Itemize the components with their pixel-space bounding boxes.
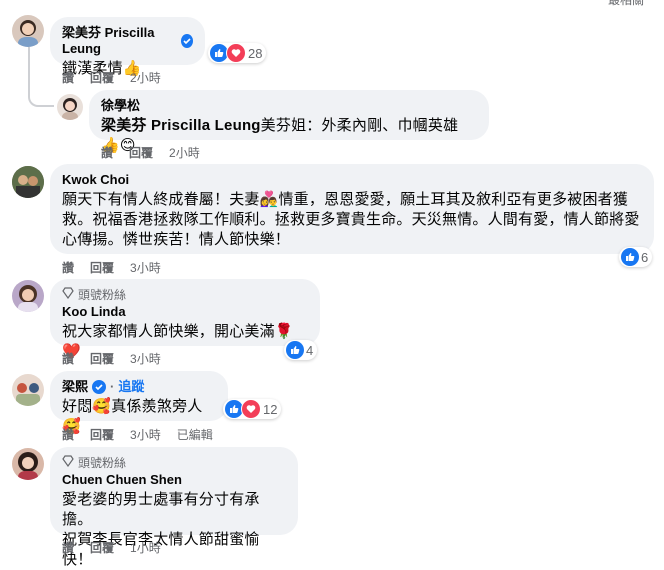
verified-icon [181, 34, 193, 48]
comment-actions: 讚 回覆 2小時 [62, 69, 161, 86]
like-link[interactable]: 讚 [62, 350, 74, 367]
love-reaction-icon [241, 399, 261, 419]
comment-bubble: Kwok Choi 願天下有情人終成眷屬！夫妻👩‍❤️‍👨情重，恩恩愛愛，願土耳… [50, 164, 654, 254]
like-link[interactable]: 讚 [62, 259, 74, 276]
comment-bubble: 徐學松 梁美芬 Priscilla Leung美芬姐：外柔內剛、巾幗英雄👍😊 [89, 90, 489, 154]
reply-connector [28, 47, 54, 107]
reply-link[interactable]: 回覆 [90, 350, 114, 367]
timestamp[interactable]: 3小時 [130, 350, 161, 367]
verified-icon [92, 380, 107, 394]
timestamp[interactable]: 3小時 [130, 259, 161, 276]
edited-label: 已編輯 [176, 428, 213, 442]
top-fan-badge: 頭號粉絲 [62, 455, 286, 470]
avatar[interactable] [12, 374, 44, 406]
like-link[interactable]: 讚 [62, 539, 74, 556]
avatar[interactable] [12, 448, 44, 480]
reply-link[interactable]: 回覆 [90, 69, 114, 86]
like-reaction-icon [286, 341, 304, 359]
like-link[interactable]: 讚 [62, 69, 74, 86]
like-link[interactable]: 讚 [62, 426, 74, 443]
sort-label[interactable]: 最相關 [608, 0, 644, 8]
timestamp[interactable]: 3小時 [130, 426, 161, 443]
comment-author[interactable]: Koo Linda [62, 304, 308, 320]
timestamp[interactable]: 1小時 [130, 539, 161, 556]
comment-text: 願天下有情人終成眷屬！夫妻👩‍❤️‍👨情重，恩恩愛愛，願土耳其及敘利亞有更多被困… [62, 191, 640, 248]
reaction-count: 12 [263, 401, 278, 417]
diamond-icon [62, 287, 74, 302]
timestamp[interactable]: 2小時 [169, 144, 200, 161]
like-link[interactable]: 讚 [101, 144, 113, 161]
follow-button[interactable]: 追蹤 [118, 379, 144, 395]
comment-actions: 讚 回覆 3小時 [62, 350, 161, 367]
reactions-badge[interactable]: 12 [223, 399, 282, 419]
reaction-count: 4 [306, 342, 314, 358]
reply-link[interactable]: 回覆 [90, 259, 114, 276]
reply-link[interactable]: 回覆 [90, 426, 114, 443]
comment-author[interactable]: 梁熙 · 追蹤 [62, 379, 216, 395]
comment-bubble: 頭號粉絲 Koo Linda 祝大家都情人節快樂，開心美滿🌹❤️ [50, 279, 320, 360]
comment-actions: 讚 回覆 3小時 [62, 259, 161, 276]
avatar[interactable] [12, 15, 44, 47]
comment-author[interactable]: 梁美芬 Priscilla Leung [62, 25, 193, 57]
reply-link[interactable]: 回覆 [90, 539, 114, 556]
diamond-icon [62, 455, 74, 470]
reactions-badge[interactable]: 4 [284, 340, 318, 360]
reactions-badge[interactable]: 28 [208, 43, 267, 63]
avatar[interactable] [57, 94, 83, 120]
comment-actions: 讚 回覆 1小時 [62, 539, 161, 556]
love-reaction-icon [226, 43, 246, 63]
comment-actions: 讚 回覆 2小時 [101, 144, 200, 161]
comment-author[interactable]: Kwok Choi [62, 172, 642, 188]
comment-author[interactable]: Chuen Chuen Shen [62, 472, 286, 488]
comment-actions: 讚 回覆 3小時 已編輯 [62, 426, 213, 443]
avatar[interactable] [12, 280, 44, 312]
comment-bubble: 梁熙 · 追蹤 好悶🥰真係羨煞旁人🥰 [50, 371, 228, 435]
avatar[interactable] [12, 166, 44, 198]
comment-author[interactable]: 徐學松 [101, 98, 477, 114]
reaction-count: 28 [248, 45, 263, 61]
timestamp[interactable]: 2小時 [130, 69, 161, 86]
reaction-count: 6 [641, 249, 649, 265]
comment-bubble: 頭號粉絲 Chuen Chuen Shen 愛老婆的男士處事有分寸有承擔。 祝賀… [50, 447, 298, 568]
like-reaction-icon [621, 248, 639, 266]
comment-text: 愛老婆的男士處事有分寸有承擔。 祝賀李長官李太情人節甜蜜愉快！ [62, 491, 260, 568]
reply-link[interactable]: 回覆 [129, 144, 153, 161]
reactions-badge[interactable]: 6 [619, 247, 653, 267]
comment-bubble: 梁美芬 Priscilla Leung 鐵漢柔情👍 [50, 17, 205, 77]
top-fan-badge: 頭號粉絲 [62, 287, 308, 302]
mention-link[interactable]: 梁美芬 Priscilla Leung [101, 117, 261, 134]
